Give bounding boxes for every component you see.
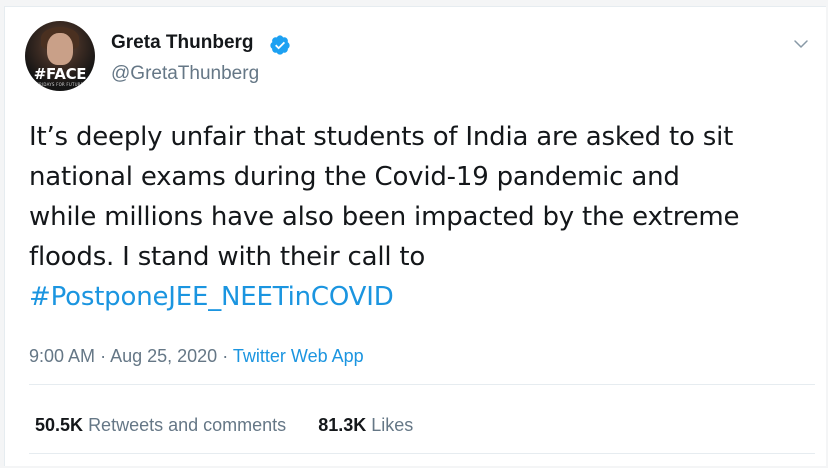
chevron-down-icon[interactable] [792, 35, 810, 53]
avatar-badge-subtext: FRIDAYS FOR FUTURE [36, 82, 84, 87]
avatar-badge-text: #FACE [33, 65, 87, 83]
meta-separator: · [222, 346, 229, 366]
divider [29, 384, 815, 385]
avatar[interactable]: #FACE FRIDAYS FOR FUTURE [25, 21, 95, 91]
avatar-face [47, 33, 73, 65]
tweet-date[interactable]: Aug 25, 2020 [110, 346, 217, 366]
meta-separator: · [100, 346, 107, 366]
tweet-text-line: national exams during the Covid-19 pande… [29, 162, 680, 192]
likes-stat[interactable]: 81.3K Likes [318, 415, 413, 435]
likes-label: Likes [371, 415, 414, 435]
tweet-text: It’s deeply unfair that students of Indi… [29, 117, 819, 317]
tweet-card: #FACE FRIDAYS FOR FUTURE Greta Thunberg … [4, 6, 826, 466]
tweet-time[interactable]: 9:00 AM [29, 346, 95, 366]
retweets-stat[interactable]: 50.5K Retweets and comments [35, 415, 291, 435]
tweet-text-line: while millions have also been impacted b… [29, 202, 740, 232]
tweet-text-line: floods. I stand with their call to [29, 242, 426, 272]
tweet-text-line: It’s deeply unfair that students of Indi… [29, 122, 734, 152]
author-display-name[interactable]: Greta Thunberg [111, 32, 254, 54]
likes-count: 81.3K [318, 415, 367, 435]
tweet-stats: 50.5K Retweets and comments 81.3K Likes [35, 415, 413, 436]
tweet-meta: 9:00 AM · Aug 25, 2020 · Twitter Web App [29, 346, 364, 367]
verified-badge-icon [270, 35, 290, 55]
retweets-label: Retweets and comments [88, 415, 287, 435]
hashtag-link[interactable]: #PostponeJEE_NEETinCOVID [29, 277, 819, 317]
tweet-source-link[interactable]: Twitter Web App [233, 346, 364, 366]
divider [29, 453, 815, 454]
retweets-count: 50.5K [35, 415, 84, 435]
author-handle[interactable]: @GretaThunberg [111, 63, 259, 85]
